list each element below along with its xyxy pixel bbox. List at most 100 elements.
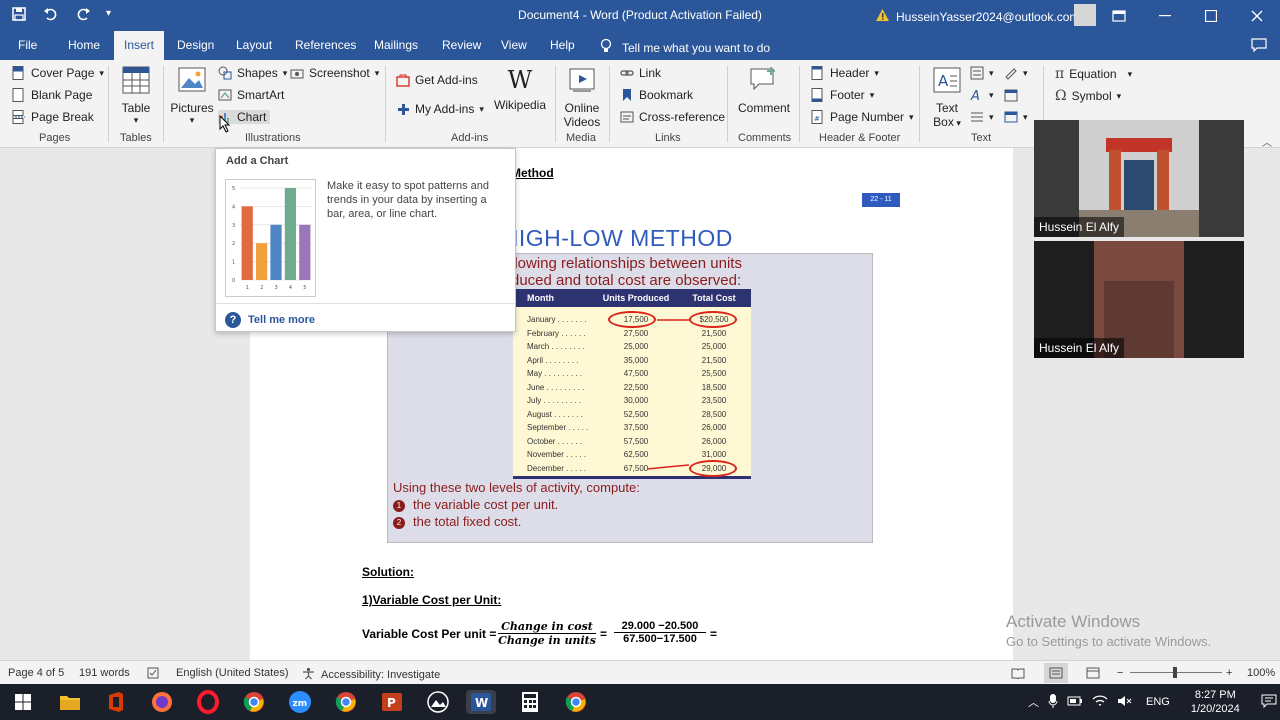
zoom-slider-thumb[interactable] bbox=[1173, 667, 1177, 678]
word-icon[interactable]: W bbox=[466, 690, 496, 714]
zoom-level[interactable]: 100% bbox=[1247, 667, 1275, 679]
chrome-profile-icon[interactable] bbox=[334, 690, 358, 714]
wifi-icon[interactable] bbox=[1092, 694, 1108, 710]
read-mode-icon[interactable] bbox=[1011, 667, 1025, 679]
comments-pane-icon[interactable] bbox=[1251, 38, 1267, 55]
web-layout-icon[interactable] bbox=[1086, 667, 1100, 679]
system-tray: ︿ ENG 8:27 PM 1/20/2024 bbox=[1028, 684, 1277, 720]
cover-page-button[interactable]: Cover Page ▾ bbox=[12, 66, 104, 80]
chrome-icon[interactable] bbox=[564, 690, 588, 714]
object-button[interactable]: ▾ bbox=[1004, 110, 1028, 124]
cross-reference-button[interactable]: Cross-reference bbox=[620, 110, 725, 124]
tab-help[interactable]: Help bbox=[550, 31, 575, 60]
photos-icon[interactable] bbox=[426, 690, 450, 714]
zoom-app-icon[interactable]: zm bbox=[288, 690, 312, 714]
language-indicator[interactable]: English (United States) bbox=[176, 667, 289, 679]
opera-icon[interactable] bbox=[196, 690, 220, 714]
chevron-down-icon: ▾ bbox=[1116, 90, 1122, 101]
tab-design[interactable]: Design bbox=[177, 31, 214, 60]
chevron-up-icon[interactable]: ︿ bbox=[1028, 694, 1039, 710]
chrome-icon[interactable] bbox=[242, 690, 266, 714]
zoom-in-button[interactable]: + bbox=[1226, 667, 1232, 679]
blank-page-button[interactable]: Blank Page bbox=[12, 88, 92, 102]
battery-icon[interactable] bbox=[1067, 695, 1083, 710]
signature-line-button[interactable]: ▾ bbox=[1004, 66, 1028, 80]
powerpoint-icon[interactable]: P bbox=[380, 690, 404, 714]
volume-muted-icon[interactable] bbox=[1117, 695, 1133, 710]
pictures-button[interactable]: Pictures ▾ bbox=[170, 66, 214, 126]
comment-button[interactable]: Comment bbox=[735, 66, 793, 115]
minimize-icon[interactable] bbox=[1142, 0, 1188, 31]
word-count[interactable]: 191 words bbox=[79, 667, 130, 679]
page-indicator[interactable]: Page 4 of 5 bbox=[8, 667, 64, 679]
group-label-links: Links bbox=[655, 132, 681, 144]
header-button[interactable]: Header ▾ bbox=[811, 66, 879, 80]
store-icon bbox=[396, 73, 410, 87]
online-videos-button[interactable]: Online Videos bbox=[560, 66, 604, 129]
tab-references[interactable]: References bbox=[295, 31, 356, 60]
table-row: August . . . . . . . 52,500 28,500 bbox=[513, 408, 751, 422]
get-addins-button[interactable]: Get Add-ins bbox=[396, 73, 478, 87]
windows-start-icon[interactable] bbox=[11, 690, 35, 714]
page-number-button[interactable]: # Page Number ▾ bbox=[811, 110, 914, 124]
smartart-label: SmartArt bbox=[237, 88, 285, 102]
wordart-button[interactable]: A ▾ bbox=[970, 88, 994, 104]
close-icon[interactable] bbox=[1234, 0, 1280, 31]
quick-parts-button[interactable]: ▾ bbox=[970, 66, 994, 80]
account-area[interactable]: HusseinYasser2024@outlook.com bbox=[875, 8, 1079, 25]
office-icon[interactable] bbox=[104, 690, 128, 714]
tab-view[interactable]: View bbox=[501, 31, 527, 60]
page-break-button[interactable]: Page Break bbox=[12, 110, 94, 124]
zoom-out-button[interactable]: − bbox=[1117, 667, 1123, 679]
drop-cap-button[interactable]: ▾ bbox=[970, 110, 994, 124]
tab-review[interactable]: Review bbox=[442, 31, 481, 60]
tab-file[interactable]: File bbox=[18, 31, 37, 60]
tab-home[interactable]: Home bbox=[68, 31, 100, 60]
accessibility-indicator[interactable]: Accessibility: Investigate bbox=[302, 667, 440, 683]
text-box-button[interactable]: A Text Box ▾ bbox=[928, 66, 966, 129]
file-explorer-icon[interactable] bbox=[58, 690, 82, 714]
link-button[interactable]: Link bbox=[620, 66, 661, 80]
screenshot-label: Screenshot bbox=[309, 66, 370, 80]
chevron-down-icon: ▾ bbox=[989, 67, 994, 78]
screenshot-button[interactable]: Screenshot ▾ bbox=[290, 66, 379, 80]
shapes-icon bbox=[218, 66, 232, 80]
notifications-icon[interactable] bbox=[1261, 694, 1277, 711]
firefox-icon[interactable] bbox=[150, 690, 174, 714]
smartart-icon bbox=[218, 88, 232, 102]
input-language[interactable]: ENG bbox=[1146, 696, 1170, 708]
bookmark-button[interactable]: Bookmark bbox=[620, 88, 693, 102]
ribbon-display-icon[interactable] bbox=[1096, 0, 1142, 31]
wikipedia-button[interactable]: W Wikipedia bbox=[494, 66, 546, 112]
chevron-down-icon: ▾ bbox=[479, 103, 484, 114]
table-button[interactable]: Table ▾ bbox=[117, 66, 155, 126]
tab-insert[interactable]: Insert bbox=[114, 31, 165, 60]
print-layout-icon[interactable] bbox=[1044, 663, 1068, 683]
date-time-button[interactable] bbox=[1004, 88, 1018, 102]
clock[interactable]: 8:27 PM 1/20/2024 bbox=[1191, 688, 1240, 716]
symbol-button[interactable]: Ω Symbol ▾ bbox=[1055, 88, 1121, 104]
my-addins-button[interactable]: My Add-ins ▾ bbox=[396, 102, 484, 116]
video-tile-2[interactable]: Hussein El Alfy bbox=[1034, 241, 1244, 358]
tab-layout[interactable]: Layout bbox=[236, 31, 272, 60]
text-box-icon: A bbox=[928, 66, 966, 97]
maximize-icon[interactable] bbox=[1188, 0, 1234, 31]
collapse-ribbon-icon[interactable]: ︿ bbox=[1262, 134, 1272, 149]
y-tick-label: 2 bbox=[232, 241, 235, 247]
tab-mailings[interactable]: Mailings bbox=[374, 31, 418, 60]
equation-button[interactable]: π Equation ▾ bbox=[1055, 66, 1132, 82]
my-addins-label: My Add-ins bbox=[415, 102, 475, 116]
calculator-icon[interactable] bbox=[518, 690, 542, 714]
tell-me-more-link[interactable]: ? Tell me more bbox=[225, 312, 315, 328]
group-label-media: Media bbox=[566, 132, 596, 144]
microphone-icon[interactable] bbox=[1048, 693, 1058, 712]
smartart-button[interactable]: SmartArt bbox=[218, 88, 284, 102]
blank-page-label: Blank Page bbox=[31, 88, 93, 102]
footer-button[interactable]: Footer ▾ bbox=[811, 88, 874, 102]
proofing-icon[interactable] bbox=[147, 667, 161, 679]
avatar[interactable] bbox=[1074, 4, 1096, 26]
video-tile-1[interactable]: Hussein El Alfy bbox=[1034, 120, 1244, 237]
tell-me-box[interactable]: Tell me what you want to do bbox=[600, 38, 770, 57]
shapes-button[interactable]: Shapes ▾ bbox=[218, 66, 287, 80]
cover-page-icon bbox=[12, 66, 26, 80]
